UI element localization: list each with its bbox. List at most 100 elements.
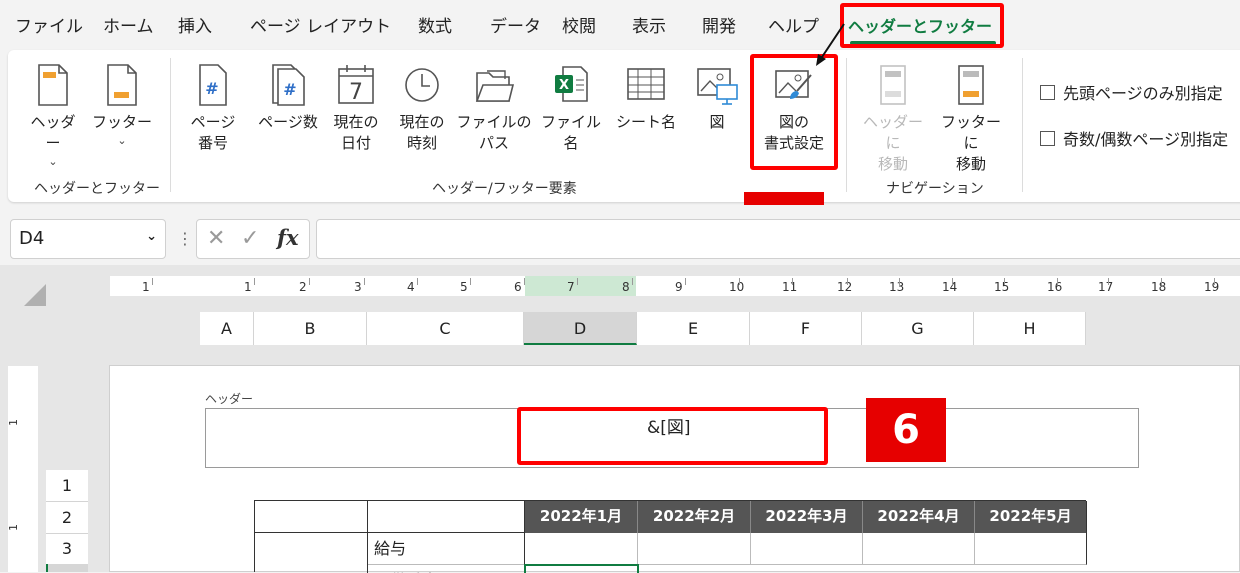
picture-icon — [692, 58, 742, 112]
select-all-icon[interactable] — [20, 282, 48, 308]
current-date-button[interactable]: 7 現在の 日付 — [328, 58, 384, 154]
column-header-d[interactable]: D — [524, 312, 637, 345]
current-time-label-2: 時刻 — [406, 134, 437, 152]
page-count-label: ページ数 — [258, 113, 318, 131]
ruler-number: 17 — [1098, 280, 1114, 294]
column-header-a[interactable]: A — [200, 312, 254, 345]
sheet-name-button[interactable]: シート名 — [612, 58, 680, 133]
row-header-1[interactable]: 1 — [46, 470, 88, 502]
menu-bar: ファイル ホーム 挿入 ページ レイアウト 数式 データ 校閲 表示 開発 ヘル… — [0, 0, 1240, 50]
formula-bar: D4 ⌄ ⋮ ✕ ✓ fx — [0, 205, 1240, 265]
ruler-tick — [1161, 278, 1162, 285]
group-label-elements: ヘッダー/フッター要素 — [432, 181, 577, 197]
footer-button-label: フッター — [92, 113, 153, 131]
header-button-label: ヘッダー — [30, 113, 76, 152]
file-path-label-1: ファイルの — [456, 113, 532, 131]
table-header-month[interactable]: 2022年4月 — [863, 501, 975, 533]
different-first-page-checkbox[interactable]: 先頭ページのみ別指定 — [1040, 80, 1223, 104]
ruler-number: 16 — [1047, 280, 1063, 294]
ruler-tick — [524, 278, 525, 285]
ruler-highlight — [525, 276, 636, 296]
table-cell[interactable] — [255, 501, 368, 533]
column-header-c[interactable]: C — [367, 312, 524, 345]
file-path-button[interactable]: ファイルの パス — [456, 58, 532, 154]
column-header-e[interactable]: E — [637, 312, 750, 345]
table-cell[interactable] — [255, 533, 368, 573]
header-area-label: ヘッダー — [205, 392, 254, 406]
page-count-button[interactable]: # ページ数 — [252, 58, 324, 133]
table-cell[interactable] — [751, 533, 863, 565]
different-first-page-label: 先頭ページのみ別指定 — [1063, 84, 1223, 103]
ruler-number: 13 — [889, 280, 905, 294]
row-header-2[interactable]: 2 — [46, 502, 88, 534]
sheet-name-label: シート名 — [615, 113, 676, 131]
table-header-month[interactable]: 2022年2月 — [638, 501, 751, 533]
table-cell[interactable] — [638, 533, 751, 565]
table-header-month[interactable]: 2022年1月 — [525, 501, 638, 533]
column-header-f[interactable]: F — [750, 312, 862, 345]
cancel-icon[interactable]: ✕ — [207, 226, 225, 251]
formula-buttons: ✕ ✓ fx — [196, 219, 310, 259]
file-name-label: ファイル名 — [540, 113, 601, 152]
tab-formulas[interactable]: 数式 — [418, 12, 452, 37]
column-header-g[interactable]: G — [862, 312, 974, 345]
table-header-month[interactable]: 2022年5月 — [975, 501, 1087, 533]
chevron-down-icon[interactable]: ⌄ — [146, 229, 157, 244]
current-time-button[interactable]: 現在の 時刻 — [392, 58, 452, 154]
goto-header-button[interactable]: ヘッダーに 移動 — [856, 58, 930, 175]
table-cell[interactable] — [975, 533, 1087, 565]
folder-icon — [456, 58, 532, 112]
ruler-number: 18 — [1151, 280, 1167, 294]
ruler-tick — [952, 278, 953, 285]
group-label-header-footer: ヘッダーとフッター — [34, 181, 160, 197]
column-header-h[interactable]: H — [974, 312, 1086, 345]
tab-insert[interactable]: 挿入 — [178, 12, 212, 37]
checkbox-box[interactable] — [1040, 84, 1055, 100]
data-table: 2022年1月 2022年2月 2022年3月 2022年4月 2022年5月 … — [254, 500, 1087, 573]
ruler-tick — [847, 278, 848, 285]
page-number-icon: # — [186, 58, 240, 112]
clock-icon — [392, 58, 452, 112]
checkbox-box[interactable] — [1040, 130, 1055, 146]
ruler-number: 15 — [994, 280, 1010, 294]
table-row-label[interactable]: 給与 — [368, 533, 525, 565]
tab-page-layout[interactable]: ページ レイアウト — [250, 12, 391, 37]
annotation-arrow-icon — [816, 23, 845, 66]
ruler-tick — [417, 278, 418, 285]
picture-label: 図 — [709, 113, 725, 131]
different-odd-even-checkbox[interactable]: 奇数/偶数ページ別指定 — [1040, 126, 1228, 150]
tab-view[interactable]: 表示 — [632, 12, 666, 37]
table-cell[interactable] — [525, 533, 638, 565]
enter-icon[interactable]: ✓ — [241, 226, 259, 251]
tab-home[interactable]: ホーム — [103, 12, 154, 37]
formula-input[interactable] — [316, 219, 1240, 259]
name-box[interactable]: D4 ⌄ — [10, 219, 166, 259]
ruler-number: 1 — [244, 280, 252, 294]
page-count-icon: # — [252, 58, 324, 112]
ruler-tick — [1108, 278, 1109, 285]
tab-developer[interactable]: 開発 — [702, 12, 736, 37]
footer-button[interactable]: フッター ⌄ — [92, 58, 152, 149]
tab-file[interactable]: ファイル — [15, 12, 83, 37]
table-cell[interactable] — [863, 533, 975, 565]
svg-text:X: X — [559, 78, 569, 93]
page-number-button[interactable]: # ページ 番号 — [186, 58, 240, 154]
header-button[interactable]: ヘッダー ⌄ — [28, 58, 78, 170]
insert-function-icon[interactable]: fx — [277, 225, 299, 250]
tab-data[interactable]: データ — [490, 12, 541, 37]
tab-review[interactable]: 校閲 — [562, 12, 596, 37]
file-name-button[interactable]: X ファイル名 — [534, 58, 608, 154]
ruler-tick — [739, 278, 740, 285]
picture-button[interactable]: 図 — [692, 58, 742, 133]
row-header-3[interactable]: 3 — [46, 534, 88, 564]
table-cell[interactable] — [368, 501, 525, 533]
ruler-number: 1 — [7, 524, 20, 531]
ruler-number: 8 — [622, 280, 630, 294]
goto-footer-label-1: フッターに — [940, 113, 1001, 152]
row-header-4[interactable] — [46, 564, 88, 572]
more-icon[interactable]: ⋮ — [177, 229, 193, 248]
column-header-b[interactable]: B — [254, 312, 367, 345]
goto-footer-button[interactable]: フッターに 移動 — [934, 58, 1008, 175]
table-header-month[interactable]: 2022年3月 — [751, 501, 863, 533]
svg-text:#: # — [205, 79, 218, 98]
